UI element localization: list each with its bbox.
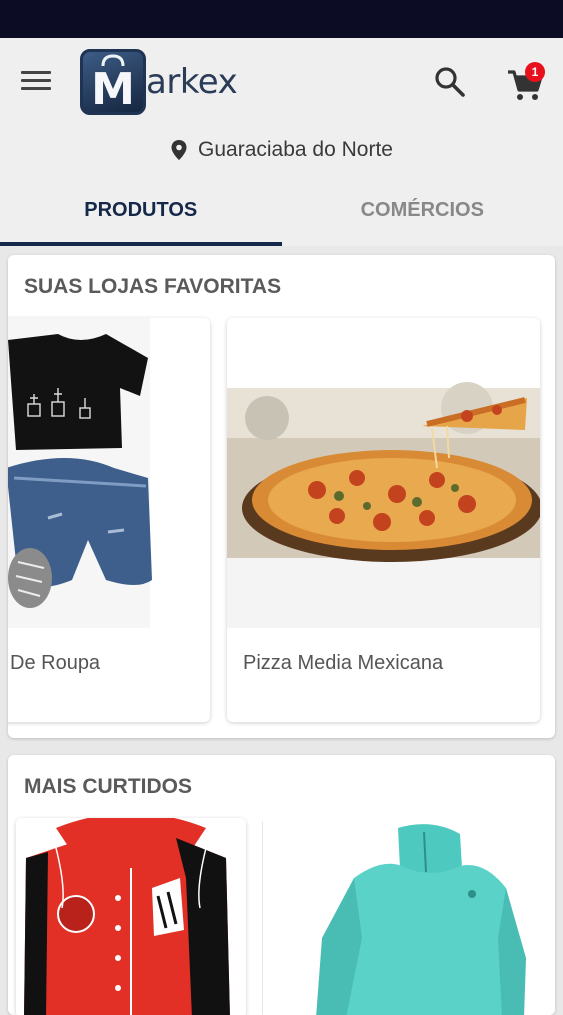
product-card[interactable] (16, 818, 246, 1015)
menu-icon-line (21, 71, 51, 74)
product-image (262, 818, 555, 1015)
store-name: De Roupa (10, 652, 100, 675)
cart-button[interactable]: 1 (505, 62, 547, 104)
product-card[interactable] (262, 818, 555, 1015)
store-image (227, 318, 540, 628)
location-selector[interactable]: Guaraciaba do Norte (0, 136, 563, 164)
logo-wordmark: arkex (146, 62, 237, 102)
favorite-stores-section: SUAS LOJAS FAVORITAS De Roupa (8, 255, 555, 738)
logo-letter: M (91, 64, 135, 112)
tab-bar: PRODUTOS COMÉRCIOS (0, 188, 563, 246)
app-header: M arkex 1 Guaraciaba do Norte PRODUTOS C… (0, 38, 563, 246)
menu-button[interactable] (18, 66, 58, 96)
cart-count-badge: 1 (525, 62, 545, 82)
section-title: MAIS CURTIDOS (24, 775, 192, 799)
store-name: Pizza Media Mexicana (243, 652, 443, 675)
logo-bag-icon: M (80, 49, 146, 115)
menu-icon-line (21, 79, 51, 82)
product-image (16, 818, 246, 1015)
store-card[interactable]: De Roupa (8, 318, 210, 722)
tab-comercios[interactable]: COMÉRCIOS (282, 188, 563, 246)
status-bar (0, 0, 563, 38)
location-pin-icon (170, 139, 188, 161)
section-title: SUAS LOJAS FAVORITAS (24, 275, 281, 299)
app-logo: M arkex (80, 48, 237, 116)
search-button[interactable] (432, 64, 468, 100)
menu-icon-line (21, 87, 51, 90)
search-icon (432, 64, 468, 100)
store-card[interactable]: Pizza Media Mexicana (227, 318, 540, 722)
most-liked-section: MAIS CURTIDOS (8, 755, 555, 1015)
location-city: Guaraciaba do Norte (198, 138, 393, 162)
tab-produtos[interactable]: PRODUTOS (0, 188, 282, 246)
store-image (8, 318, 210, 628)
